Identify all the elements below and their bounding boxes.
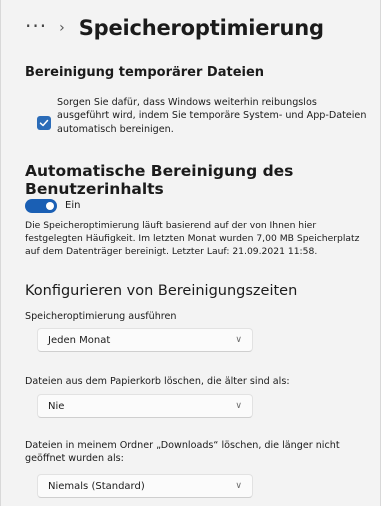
recycle-bin-label: Dateien aus dem Papierkorb löschen, die …: [25, 376, 290, 387]
temp-files-checkbox-label: Sorgen Sie dafür, dass Windows weiterhin…: [57, 97, 367, 135]
page-title: Speicheroptimierung: [78, 16, 324, 40]
breadcrumb: ··· › Speicheroptimierung: [25, 16, 324, 40]
downloads-value: Niemals (Standard): [48, 480, 145, 492]
toggle-knob: [46, 202, 54, 210]
downloads-label: Dateien in meinem Ordner „Downloads“ lös…: [25, 440, 340, 464]
checkmark-icon: [39, 119, 49, 127]
schedule-heading: Konfigurieren von Bereinigungszeiten: [25, 283, 298, 299]
chevron-down-icon: ∨: [235, 335, 242, 345]
recycle-bin-value: Nie: [48, 400, 65, 412]
chevron-down-icon: ∨: [235, 401, 242, 411]
recycle-bin-dropdown[interactable]: Nie ∨: [37, 394, 253, 418]
auto-cleanup-heading: Automatische Bereinigung des Benutzerinh…: [25, 162, 294, 198]
temp-files-checkbox[interactable]: [37, 116, 51, 130]
downloads-dropdown[interactable]: Niemals (Standard) ∨: [37, 474, 253, 498]
auto-cleanup-toggle[interactable]: [25, 199, 57, 213]
chevron-down-icon: ∨: [235, 481, 242, 491]
run-frequency-label: Speicheroptimierung ausführen: [25, 311, 177, 322]
auto-cleanup-description: Die Speicheroptimierung läuft basierend …: [25, 220, 360, 257]
chevron-right-icon: ›: [59, 20, 65, 36]
run-frequency-value: Jeden Monat: [48, 334, 111, 346]
more-icon[interactable]: ···: [25, 16, 47, 36]
toggle-state-label: Ein: [65, 200, 81, 211]
settings-page: ··· › Speicheroptimierung Bereinigung te…: [0, 0, 381, 506]
temp-files-heading: Bereinigung temporärer Dateien: [25, 65, 265, 80]
run-frequency-dropdown[interactable]: Jeden Monat ∨: [37, 328, 253, 352]
